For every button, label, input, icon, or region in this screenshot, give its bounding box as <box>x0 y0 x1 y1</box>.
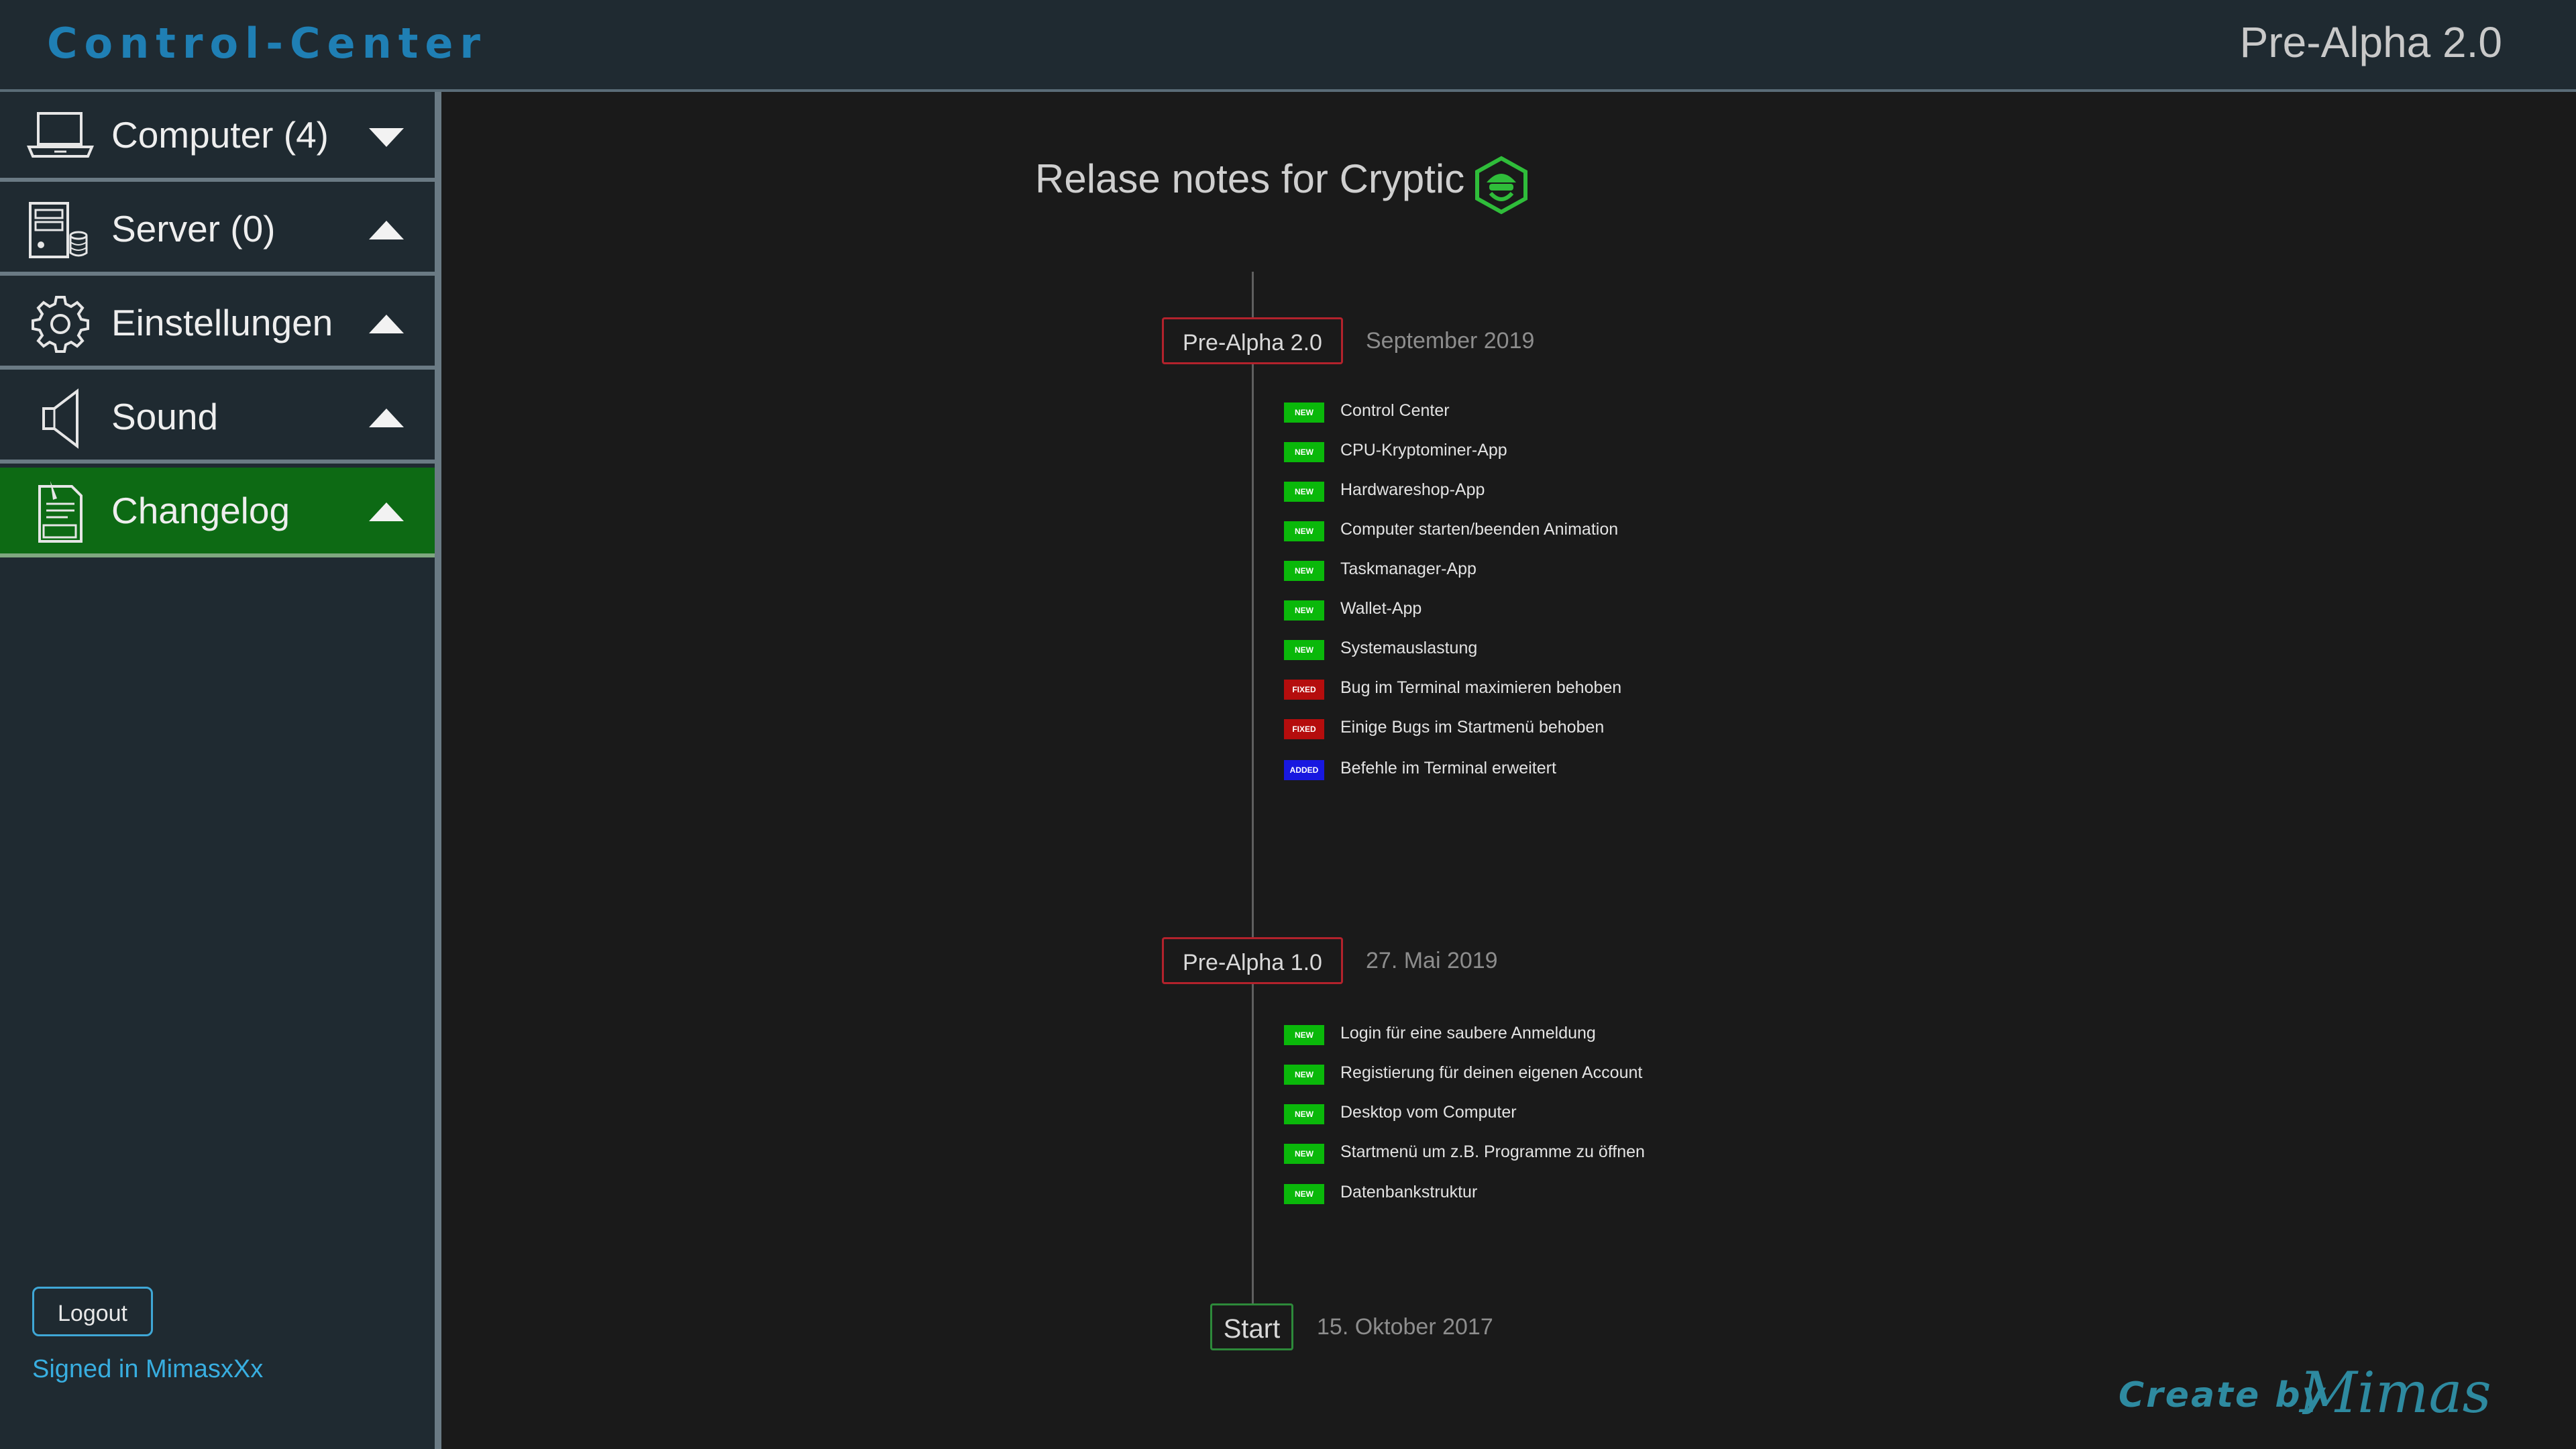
sidebar-item-label: Server (0) <box>111 208 276 250</box>
status-badge: NEW <box>1284 442 1324 462</box>
app-window: Control-Center Pre-Alpha 2.0 Computer (4… <box>0 0 2576 1449</box>
status-badge: ADDED <box>1284 760 1324 780</box>
status-badge: NEW <box>1284 1025 1324 1045</box>
status-badge: NEW <box>1284 600 1324 621</box>
credit-prefix: Create by <box>2118 1375 2327 1415</box>
app-version: Pre-Alpha 2.0 <box>2239 18 2502 66</box>
status-badge: FIXED <box>1284 719 1324 739</box>
status-badge: NEW <box>1284 1104 1324 1124</box>
release-version-box: Pre-Alpha 2.0 <box>1162 317 1343 364</box>
sidebar-item-label: Computer (4) <box>111 114 329 156</box>
status-badge: NEW <box>1284 402 1324 423</box>
brand-title: Control-Center <box>47 19 487 68</box>
status-badge: NEW <box>1284 1184 1324 1204</box>
status-badge: NEW <box>1284 640 1324 660</box>
release-version-box: Start <box>1210 1303 1293 1350</box>
entry-text: Control Center <box>1340 401 1450 420</box>
status-badge: NEW <box>1284 1144 1324 1164</box>
log-icon <box>38 481 83 543</box>
speaker-icon <box>42 388 78 449</box>
laptop-icon <box>26 112 95 158</box>
chevron-up-icon[interactable] <box>368 219 405 242</box>
cryptic-logo-icon <box>1475 156 1527 215</box>
status-badge: NEW <box>1284 482 1324 502</box>
sidebar-item-label: Sound <box>111 396 219 437</box>
sidebar-item-label: Einstellungen <box>111 302 333 343</box>
status-badge: NEW <box>1284 521 1324 541</box>
entry-text: Datenbankstruktur <box>1340 1183 1478 1201</box>
server-icon <box>29 202 88 258</box>
release-date: 27. Mai 2019 <box>1366 948 1498 973</box>
chevron-down-icon[interactable] <box>368 125 405 148</box>
entry-text: Bug im Terminal maximieren behoben <box>1340 678 1622 697</box>
main-content: Relase notes for Cryptic Pre-Alpha 2.0 S… <box>441 92 2576 1449</box>
sidebar-item-settings[interactable]: Einstellungen <box>0 280 435 370</box>
release-version-box: Pre-Alpha 1.0 <box>1162 937 1343 984</box>
timeline-line <box>1252 272 1254 1318</box>
sidebar-item-sound[interactable]: Sound <box>0 374 435 464</box>
entry-text: Computer starten/beenden Animation <box>1340 520 1619 539</box>
status-badge: NEW <box>1284 1065 1324 1085</box>
entry-text: Systemauslastung <box>1340 639 1478 657</box>
sidebar-item-label: Changelog <box>111 490 290 531</box>
entry-text: Befehle im Terminal erweitert <box>1340 759 1556 777</box>
credit-name: Mimas <box>2298 1360 2491 1426</box>
sidebar-item-computer[interactable]: Computer (4) <box>0 92 435 182</box>
entry-text: CPU-Kryptominer-App <box>1340 441 1507 460</box>
entry-text: Desktop vom Computer <box>1340 1103 1517 1122</box>
logout-button[interactable]: Logout <box>32 1287 153 1336</box>
entry-text: Taskmanager-App <box>1340 559 1477 578</box>
release-date: 15. Oktober 2017 <box>1317 1314 1493 1340</box>
page-title: Relase notes for Cryptic <box>1035 156 1465 201</box>
release-date: September 2019 <box>1366 328 1535 354</box>
gear-icon <box>32 296 89 353</box>
entry-text: Login für eine saubere Anmeldung <box>1340 1024 1596 1042</box>
signed-in-user: Signed in MimasxXx <box>32 1355 264 1383</box>
chevron-up-icon[interactable] <box>368 313 405 336</box>
status-badge: NEW <box>1284 561 1324 581</box>
sidebar-item-server[interactable]: Server (0) <box>0 186 435 276</box>
entry-text: Startmenü um z.B. Programme zu öffnen <box>1340 1142 1645 1161</box>
header: Control-Center Pre-Alpha 2.0 <box>0 0 2576 92</box>
credit-signature: Create by Mimas <box>2118 1360 2491 1426</box>
entry-text: Registierung für deinen eigenen Account <box>1340 1063 1643 1082</box>
chevron-up-icon[interactable] <box>368 407 405 430</box>
entry-text: Wallet-App <box>1340 599 1422 618</box>
entry-text: Hardwareshop-App <box>1340 480 1485 499</box>
chevron-up-icon[interactable] <box>368 501 405 524</box>
entry-text: Einige Bugs im Startmenü behoben <box>1340 718 1605 737</box>
status-badge: FIXED <box>1284 680 1324 700</box>
sidebar-item-changelog[interactable]: Changelog <box>0 468 435 557</box>
sidebar: Computer (4) Server (0) Einstellungen So… <box>0 92 441 1449</box>
